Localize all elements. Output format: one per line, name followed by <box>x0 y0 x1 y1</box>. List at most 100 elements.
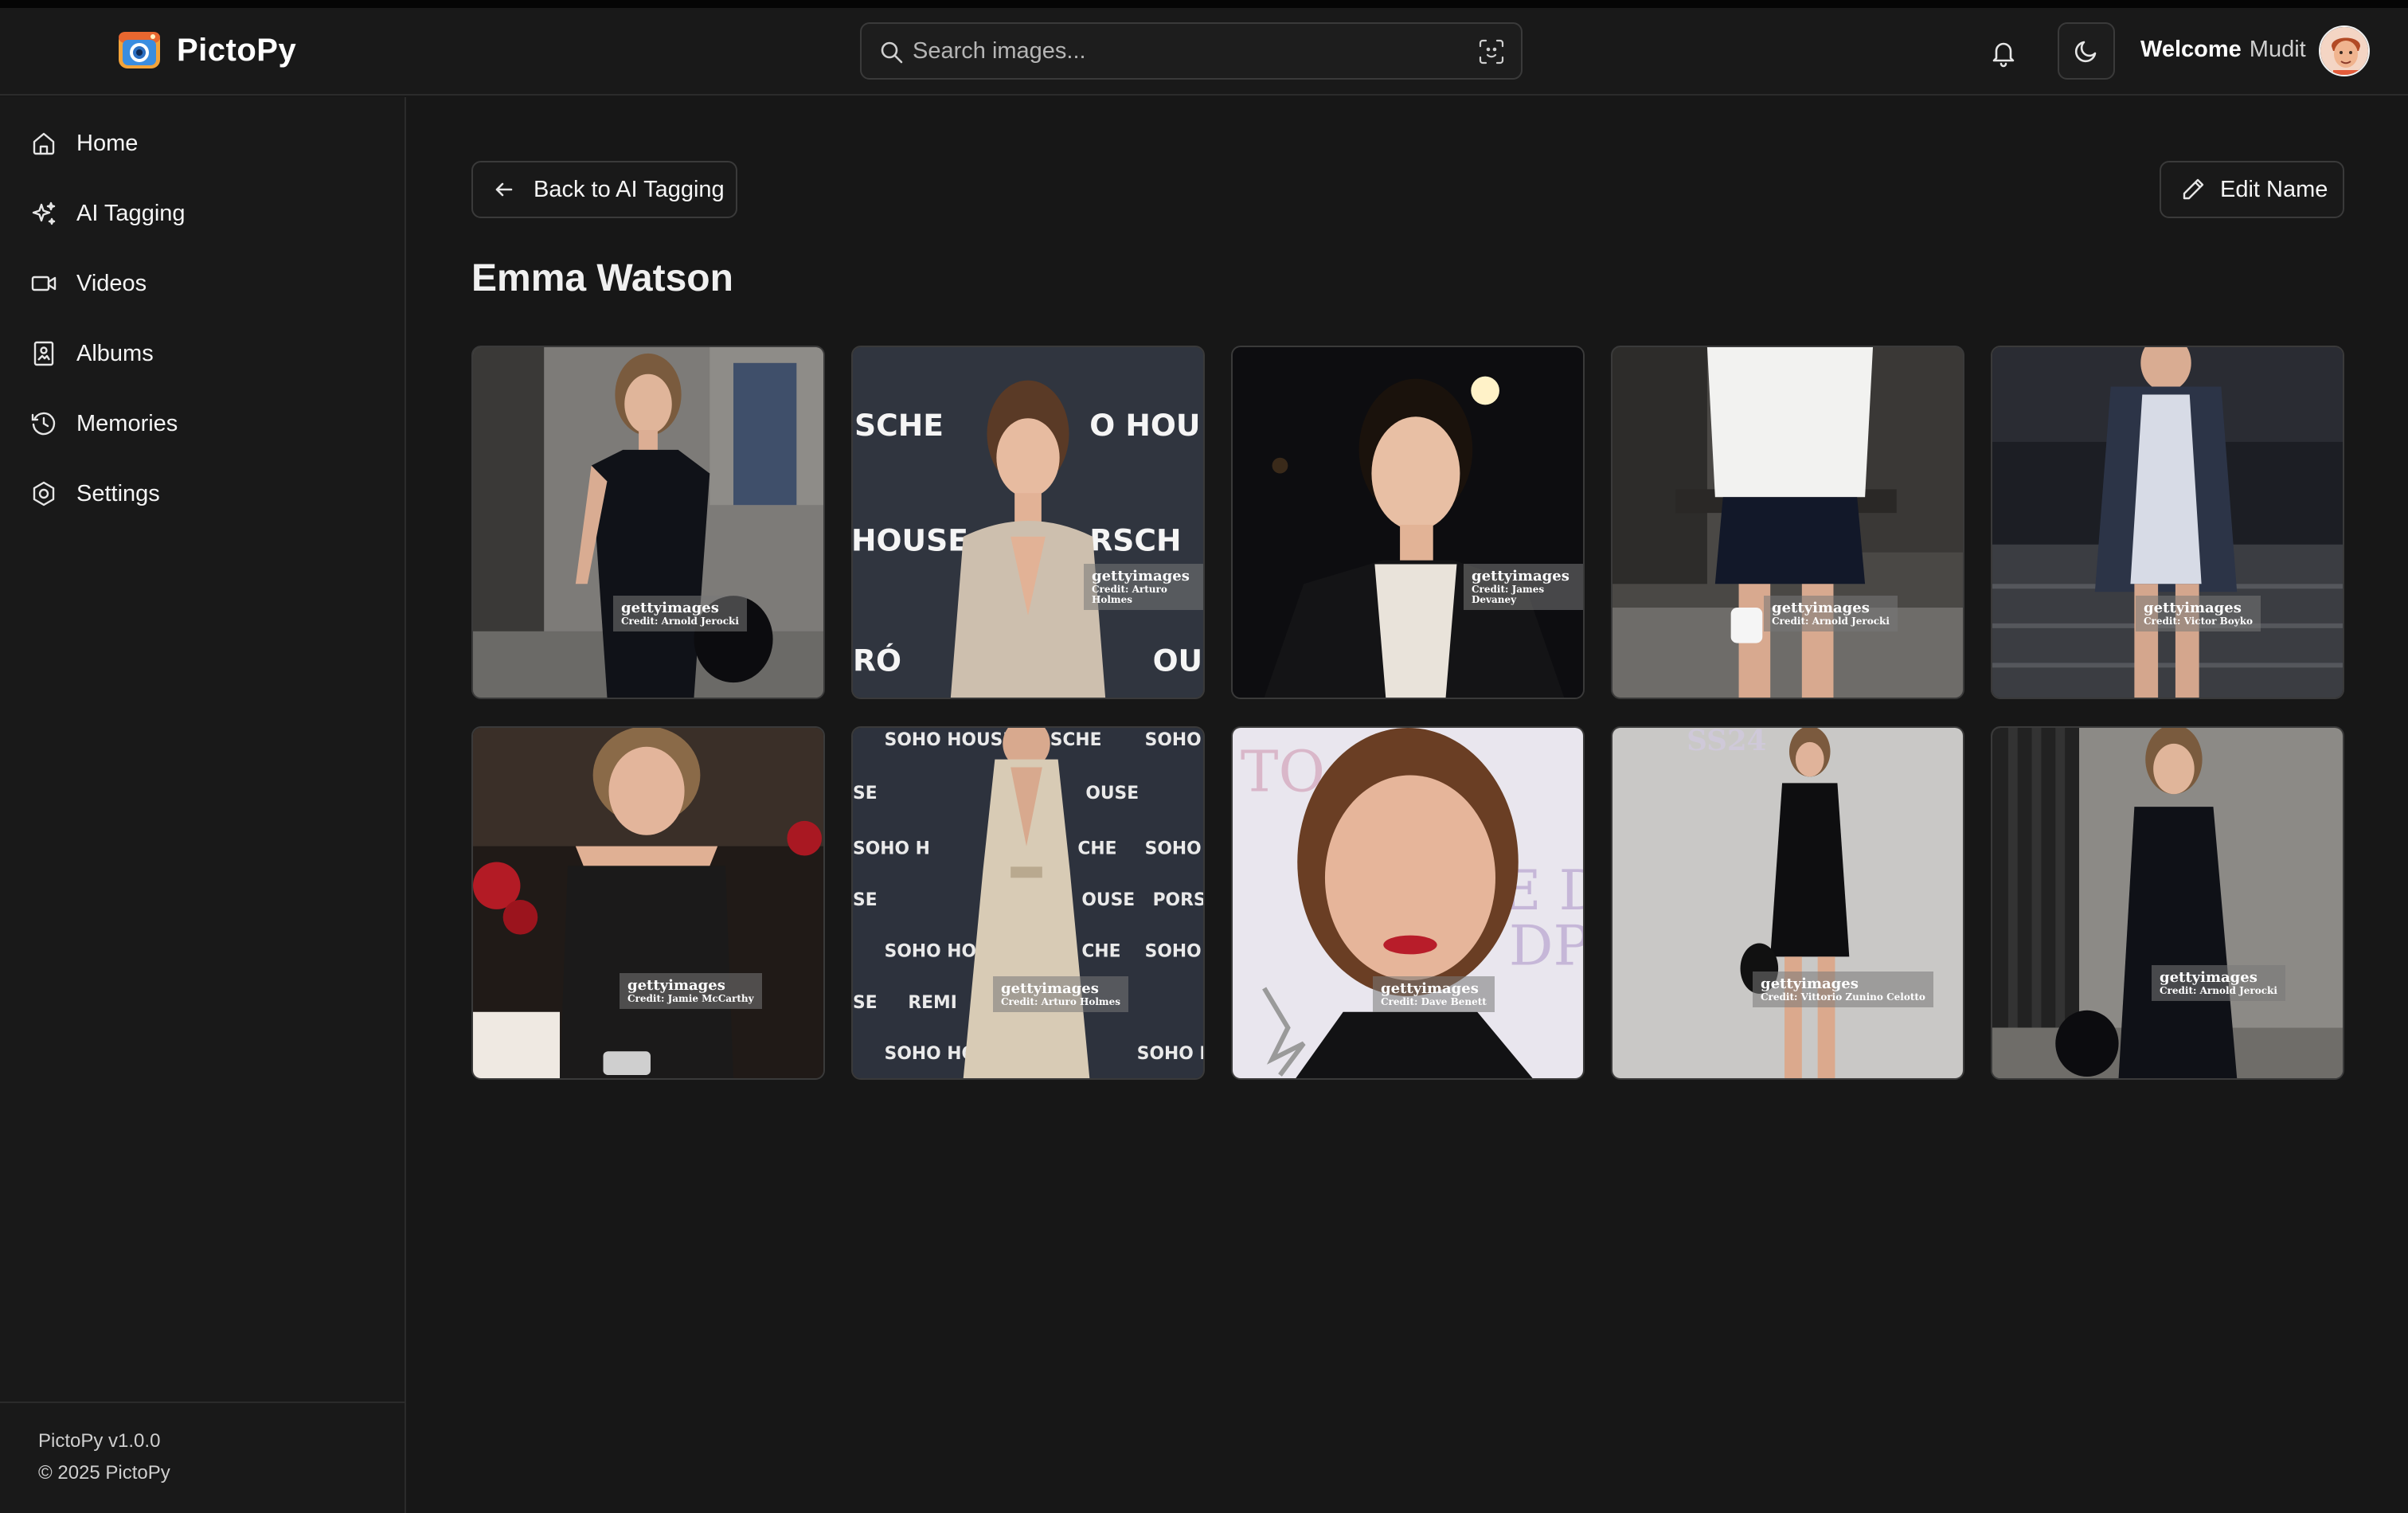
image-tile-7[interactable]: SOHO HOUSE SCHE SOHO SE OUSE SOHO H CHE SOHO … <box>851 726 1205 1080</box>
svg-text:CHE: CHE <box>1077 839 1116 859</box>
image-tile-9[interactable]: SS24 gettyimages Credit: Vittorio Zunino… <box>1611 726 1964 1080</box>
watermark-logo: gettyimages <box>1381 980 1479 997</box>
photo-thumbnail: TO E DA DP <box>1233 728 1583 1078</box>
sidebar-item-settings[interactable]: Settings <box>30 470 160 518</box>
svg-text:SOHO H: SOHO H <box>853 839 930 859</box>
photo-thumbnail <box>473 347 823 698</box>
arrow-left-icon <box>495 182 513 197</box>
clock-icon <box>31 412 56 436</box>
image-grid: gettyimages Credit: Arnold Jerocki SCHE … <box>471 346 2344 1080</box>
sidebar-item-label: Settings <box>76 480 160 506</box>
photo-credit: Credit: James Devaney <box>1472 583 1545 605</box>
welcome-label: Welcome <box>2140 37 2242 62</box>
sidebar-item-albums[interactable]: Albums <box>30 330 154 377</box>
sidebar-item-label: Videos <box>76 270 147 296</box>
image-watermark: gettyimages Credit: Arturo Holmes <box>1084 564 1203 611</box>
image-watermark: gettyimages Credit: Victor Boyko <box>2136 596 2261 631</box>
search-bar[interactable] <box>860 22 1523 80</box>
moon-icon <box>2074 41 2097 63</box>
photo-thumbnail <box>1612 347 1963 698</box>
svg-text:SE: SE <box>853 993 878 1013</box>
image-tile-10[interactable]: gettyimages Credit: Arnold Jerocki <box>1991 726 2344 1080</box>
photo-thumbnail <box>1992 347 2343 698</box>
user-avatar[interactable] <box>2319 25 2370 76</box>
photo-thumbnail: SS24 <box>1612 728 1963 1078</box>
svg-text:SOHO: SOHO <box>1145 839 1202 859</box>
edit-name-button[interactable]: Edit Name <box>2160 161 2344 218</box>
watermark-logo: gettyimages <box>1001 980 1099 997</box>
image-watermark: gettyimages Credit: Jamie McCarthy <box>620 973 762 1009</box>
home-icon <box>33 132 55 155</box>
svg-text:SOHO: SOHO <box>1145 730 1202 750</box>
svg-text:HOUSE: HOUSE <box>853 523 968 558</box>
photo-thumbnail <box>1233 347 1583 698</box>
watermark-logo: gettyimages <box>2144 600 2242 616</box>
sidebar-item-label: Albums <box>76 340 154 366</box>
photo-thumbnail: SCHE O HOU HOUSE RSCH RÓ OU <box>853 347 1203 698</box>
svg-text:O HOU: O HOU <box>1089 408 1200 443</box>
gear-icon <box>33 481 55 506</box>
photo-thumbnail <box>1992 728 2343 1078</box>
photo-credit: Credit: Arnold Jerocki <box>2160 984 2277 996</box>
photo-credit: Credit: Dave Benett <box>1381 995 1487 1007</box>
svg-text:REMI: REMI <box>908 993 956 1013</box>
image-tile-6[interactable]: gettyimages Credit: Jamie McCarthy <box>471 726 825 1080</box>
svg-text:SOHO HO: SOHO HO <box>885 941 976 961</box>
svg-text:RÓ: RÓ <box>853 643 901 678</box>
svg-text:OU: OU <box>1153 643 1203 678</box>
photo-thumbnail: SOHO HOUSE SCHE SOHO SE OUSE SOHO H CHE SOHO … <box>853 728 1203 1078</box>
sidebar-item-memories[interactable]: Memories <box>30 400 178 448</box>
pictopy-logo-icon <box>119 32 160 68</box>
search-icon <box>881 41 903 64</box>
photo-thumbnail <box>473 728 823 1078</box>
brand[interactable]: PictoPy <box>116 27 296 73</box>
photo-credit: Credit: Victor Boyko <box>2144 615 2254 627</box>
top-header: PictoPy Welcome Mudit <box>0 8 2408 96</box>
sidebar: Home AI Tagging Videos Albums Memories S… <box>0 97 406 1513</box>
window-top-strip <box>0 0 2408 8</box>
watermark-logo: gettyimages <box>1472 568 1570 584</box>
svg-text:OUSE: OUSE <box>1081 890 1135 910</box>
sparkles-icon <box>32 201 56 225</box>
image-tile-5[interactable]: gettyimages Credit: Victor Boyko <box>1991 346 2344 699</box>
watermark-logo: gettyimages <box>1092 568 1190 584</box>
sidebar-item-ai-tagging[interactable]: AI Tagging <box>30 190 186 237</box>
image-watermark: gettyimages Credit: Arnold Jerocki <box>2152 965 2285 1001</box>
back-to-ai-tagging-button[interactable]: Back to AI Tagging <box>471 161 737 218</box>
svg-text:SOHO HOUSE: SOHO HOUSE <box>885 730 1015 750</box>
watermark-logo: gettyimages <box>2160 969 2258 986</box>
sidebar-item-label: AI Tagging <box>76 200 186 226</box>
user-name: Mudit <box>2249 37 2306 62</box>
photo-credit: Credit: Arnold Jerocki <box>1772 615 1890 627</box>
photo-credit: Credit: Arturo Holmes <box>1092 583 1167 605</box>
back-button-label: Back to AI Tagging <box>534 176 725 202</box>
svg-text:RSCH: RSCH <box>1089 523 1181 558</box>
photo-credit: Credit: Arnold Jerocki <box>621 615 739 627</box>
photo-credit: Credit: Arturo Holmes <box>1001 995 1120 1007</box>
image-watermark: gettyimages Credit: Arnold Jerocki <box>613 596 747 631</box>
svg-text:SOHO H: SOHO H <box>1137 1044 1203 1064</box>
sidebar-item-home[interactable]: Home <box>30 119 138 167</box>
face-scan-icon[interactable] <box>1478 38 1505 65</box>
video-icon <box>31 276 57 291</box>
image-watermark: gettyimages Credit: James Devaney <box>1464 564 1583 611</box>
svg-text:SOHO HO: SOHO HO <box>885 1044 976 1064</box>
edit-button-label: Edit Name <box>2220 176 2328 202</box>
image-tile-8[interactable]: TO E DA DP gettyimages Credit: Dave Bene… <box>1231 726 1585 1080</box>
svg-text:CHE: CHE <box>1081 941 1120 961</box>
album-icon <box>33 341 54 366</box>
sidebar-item-videos[interactable]: Videos <box>30 260 147 307</box>
sidebar-footer: PictoPy v1.0.0 © 2025 PictoPy <box>0 1402 405 1513</box>
image-tile-2[interactable]: SCHE O HOU HOUSE RSCH RÓ OU gettyimages … <box>851 346 1205 699</box>
notification-bell-icon[interactable] <box>1988 37 2019 68</box>
image-tile-3[interactable]: gettyimages Credit: James Devaney <box>1231 346 1585 699</box>
image-tile-1[interactable]: gettyimages Credit: Arnold Jerocki <box>471 346 825 699</box>
avatar-face-icon <box>2320 27 2368 75</box>
brand-name: PictoPy <box>177 32 297 68</box>
svg-text:SCHE: SCHE <box>1050 730 1102 750</box>
search-input[interactable] <box>913 24 1454 78</box>
image-tile-4[interactable]: gettyimages Credit: Arnold Jerocki <box>1611 346 1964 699</box>
pencil-icon <box>2183 178 2204 200</box>
image-watermark: gettyimages Credit: Arnold Jerocki <box>1764 596 1898 631</box>
theme-toggle-button[interactable] <box>2058 22 2115 80</box>
